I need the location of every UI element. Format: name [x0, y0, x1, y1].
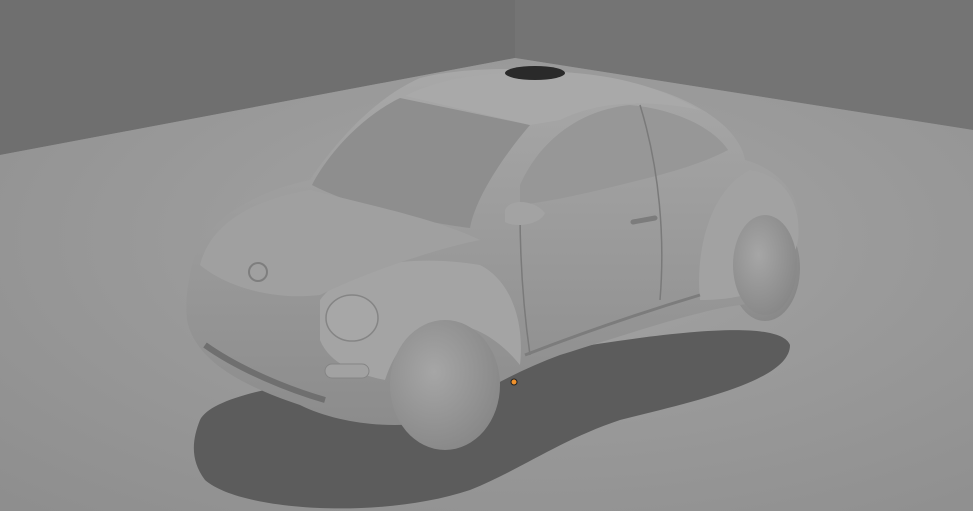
origin-marker — [510, 378, 518, 386]
headlight — [325, 294, 379, 342]
roof-hole — [505, 66, 565, 80]
front-wheel — [390, 320, 500, 450]
rear-tire-face — [733, 215, 797, 315]
viewport-render — [0, 0, 973, 511]
3d-viewport[interactable] — [0, 0, 973, 511]
fog-light — [324, 363, 370, 379]
